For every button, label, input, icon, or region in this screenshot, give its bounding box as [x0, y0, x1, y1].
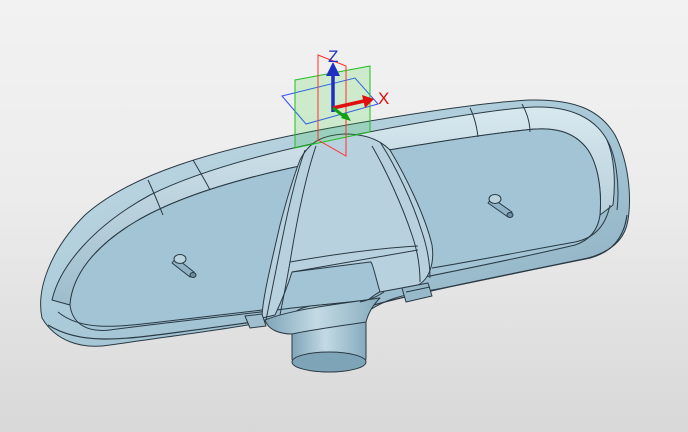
x-axis-label: X — [378, 89, 389, 108]
left-lower-tab — [244, 313, 267, 329]
3d-viewport[interactable]: Z X — [0, 0, 688, 432]
mirror-housing-part[interactable] — [40, 99, 630, 373]
z-axis-label: Z — [328, 47, 338, 66]
